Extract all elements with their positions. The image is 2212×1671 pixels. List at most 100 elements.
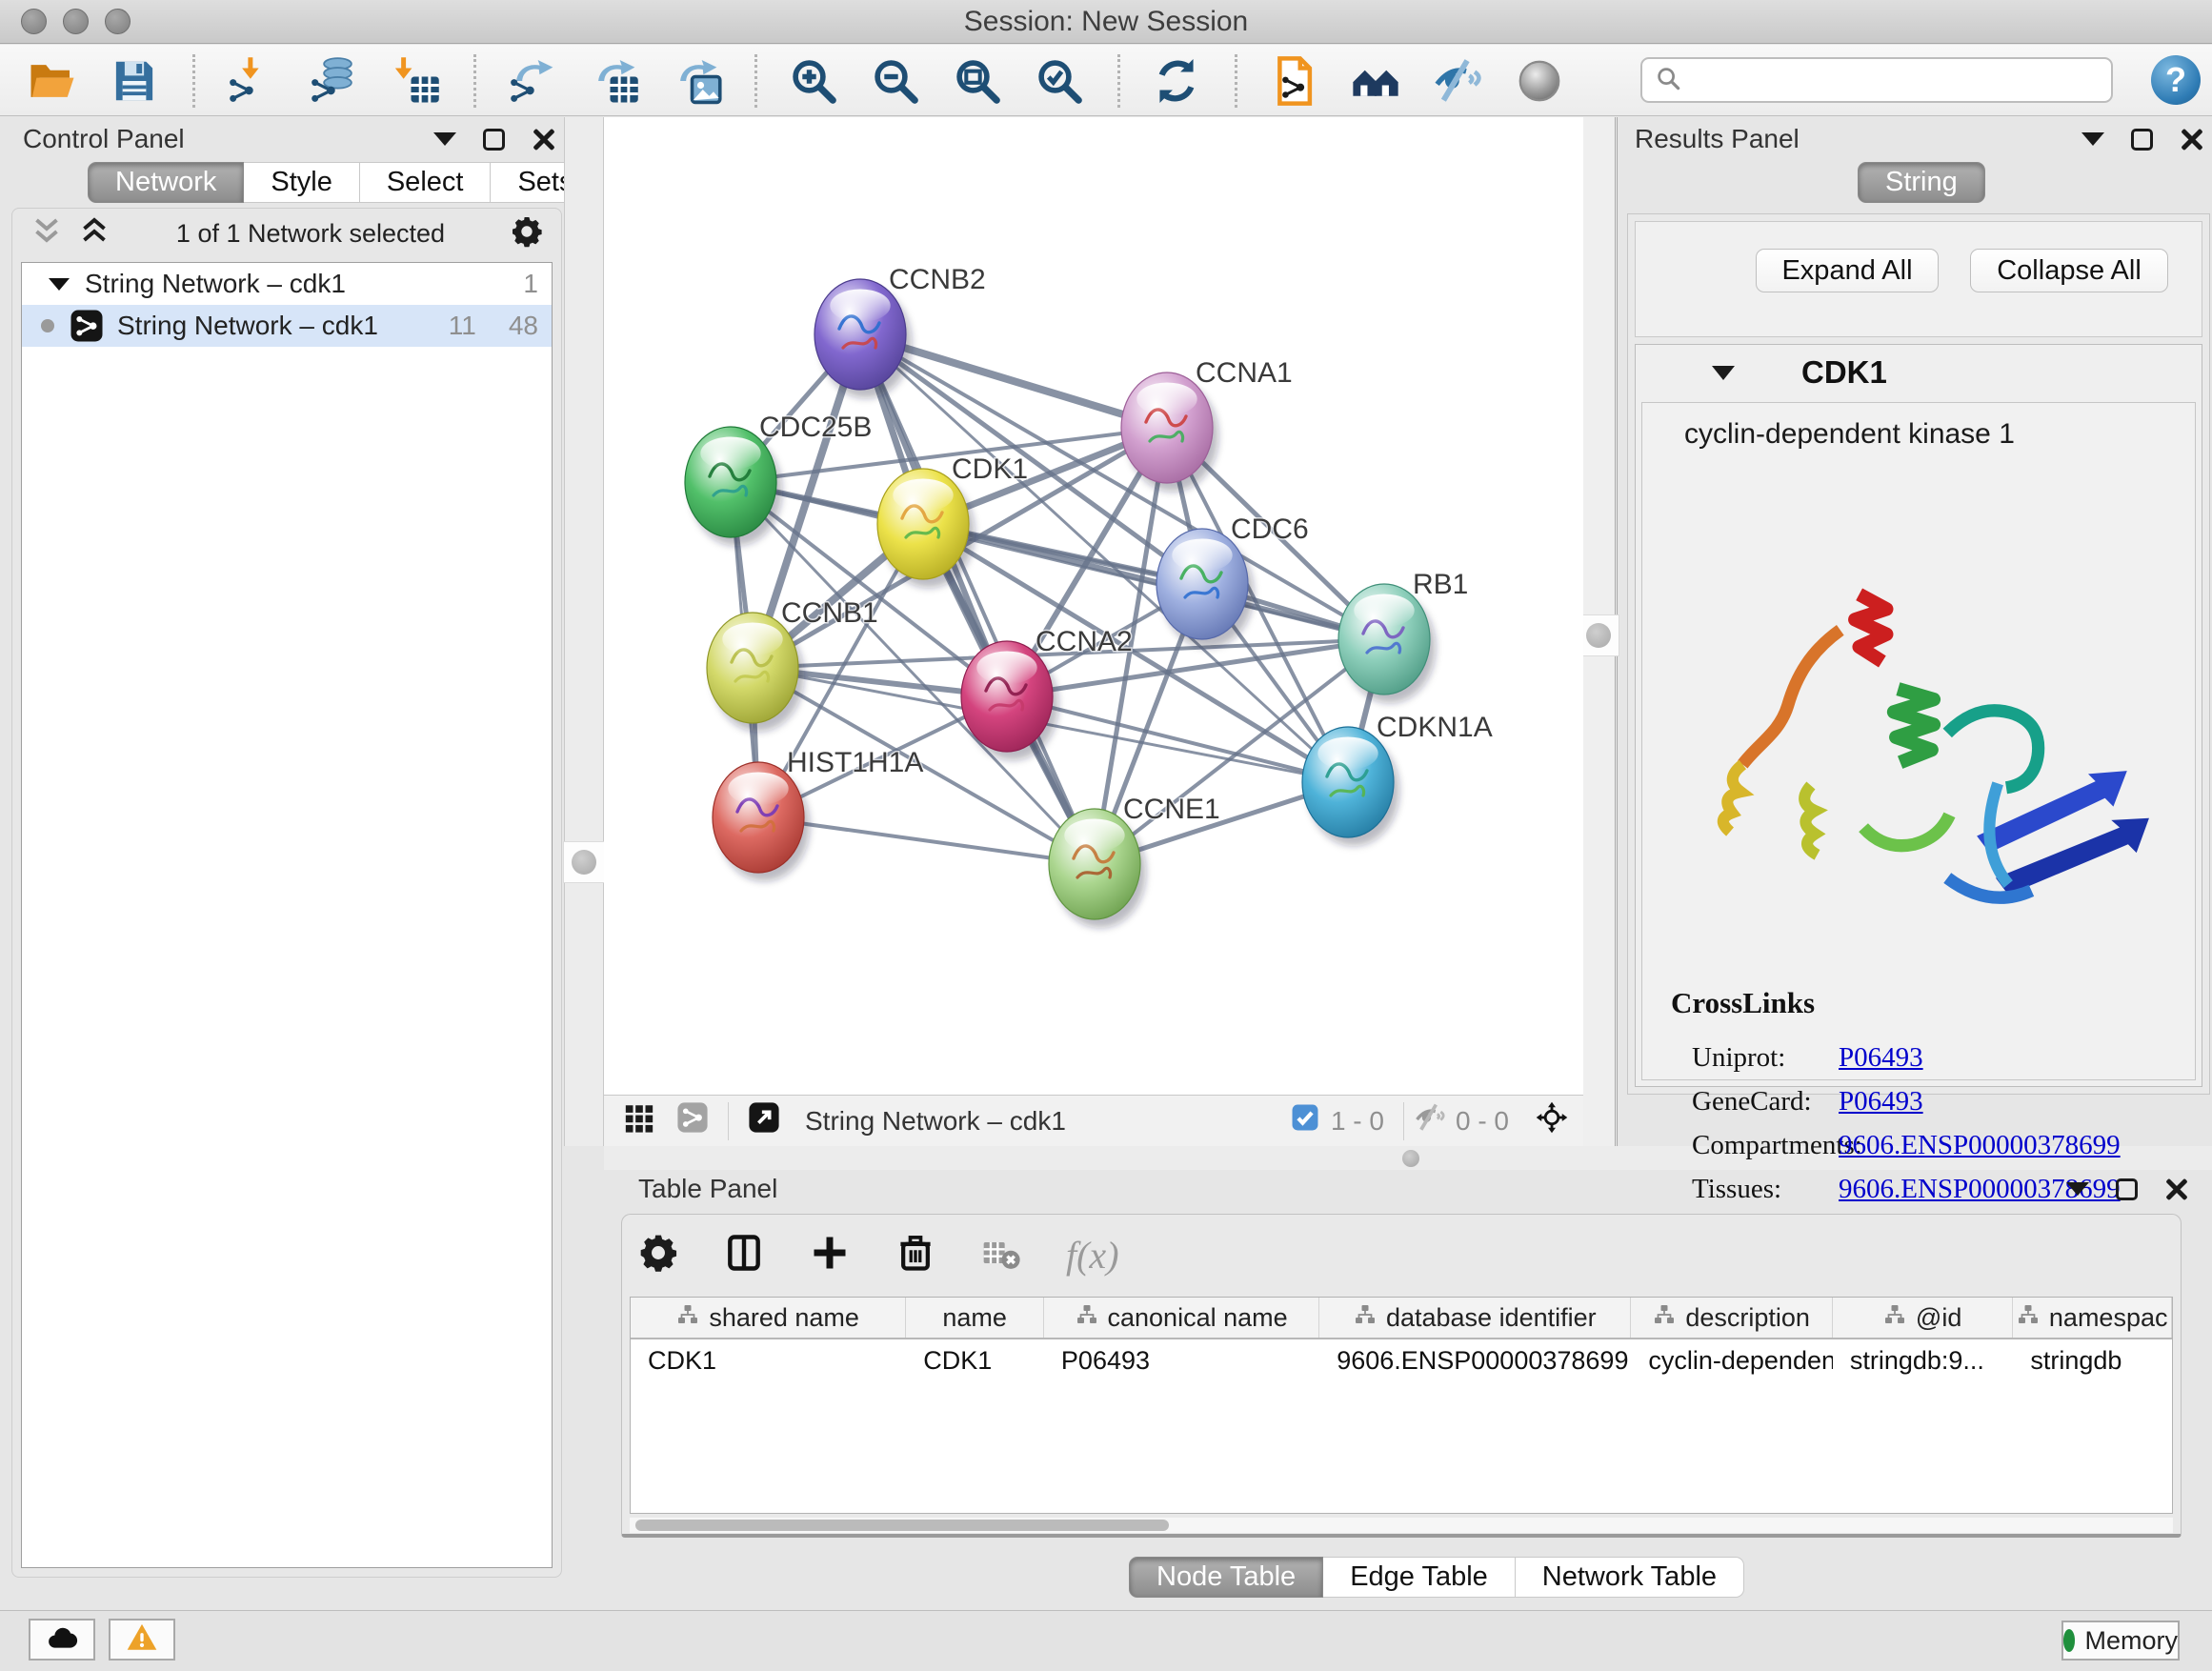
table-cell[interactable]: 9606.ENSP00000378699 (1319, 1339, 1631, 1381)
column-header-name[interactable]: name (906, 1298, 1044, 1338)
detach-view-icon[interactable] (748, 1101, 780, 1140)
export-network-button[interactable] (505, 53, 560, 109)
table-cell[interactable]: CDK1 (906, 1339, 1044, 1381)
vertical-splitter[interactable] (564, 117, 604, 1146)
export-image-button[interactable] (669, 53, 724, 109)
warnings-button[interactable] (109, 1619, 175, 1661)
right-splitter[interactable] (1583, 117, 1618, 1146)
search-input[interactable] (1690, 61, 2111, 99)
tab-select[interactable]: Select (360, 162, 492, 203)
splitter-handle[interactable] (563, 841, 605, 883)
tab-network[interactable]: Network (88, 162, 244, 203)
panel-close-icon[interactable] (532, 127, 556, 151)
column-header-id[interactable]: @id (1833, 1298, 2014, 1338)
network-row[interactable]: String Network – cdk1 11 48 (22, 305, 552, 347)
render-detail-button[interactable] (1512, 53, 1567, 109)
network-node-CCNA1[interactable]: CCNA1 (1121, 357, 1293, 492)
birdseye-toggle-icon[interactable] (1536, 1101, 1568, 1140)
table-cell[interactable]: P06493 (1044, 1339, 1319, 1381)
network-node-CDC25B[interactable]: CDC25B (685, 412, 872, 546)
entry-body: cyclin-dependent kinase 1 (1641, 402, 2196, 1080)
network-edge[interactable] (860, 334, 1095, 864)
zoom-selected-button[interactable] (1032, 53, 1087, 109)
panel-float-icon[interactable] (2131, 129, 2153, 151)
table-options-gear-icon[interactable] (637, 1232, 679, 1278)
save-session-button[interactable] (107, 53, 162, 109)
panel-close-icon[interactable] (2180, 127, 2204, 151)
crosslink-link[interactable]: P06493 (1839, 1042, 1923, 1074)
search-box (1640, 57, 2113, 103)
splitter-handle[interactable] (1402, 1150, 1419, 1167)
network-canvas[interactable]: CCNB2CCNA1CDC25BCDK1CDC6RB1CCNB1CCNA2CDK… (604, 117, 1583, 1095)
tab-style[interactable]: Style (244, 162, 359, 203)
network-view-toolbar: String Network – cdk1 1 - 0 0 - 0 (604, 1095, 1583, 1146)
table-cell[interactable]: cyclin-dependent ... (1631, 1339, 1832, 1381)
tab-edge-table[interactable]: Edge Table (1323, 1557, 1516, 1598)
network-tab-panel: 1 of 1 Network selected String Network –… (11, 208, 562, 1578)
column-header-description[interactable]: description (1631, 1298, 1832, 1338)
zoom-in-button[interactable] (786, 53, 841, 109)
table-cell[interactable]: CDK1 (631, 1339, 906, 1381)
network-edge[interactable] (923, 524, 1384, 639)
import-network-from-file-button[interactable] (224, 53, 279, 109)
help-button[interactable]: ? (2151, 55, 2201, 105)
delete-column-icon[interactable] (895, 1232, 936, 1278)
column-header-databaseidentifier[interactable]: database identifier (1319, 1298, 1631, 1338)
panel-float-icon[interactable] (2116, 1178, 2138, 1200)
tab-network-table[interactable]: Network Table (1516, 1557, 1744, 1598)
collapse-all-button[interactable]: Collapse All (1970, 249, 2168, 292)
toolbar-separator (754, 54, 757, 108)
network-options-gear-icon[interactable] (510, 214, 544, 253)
open-session-button[interactable] (25, 53, 80, 109)
network-from-public-db-button[interactable] (1266, 53, 1321, 109)
tab-string[interactable]: String (1858, 162, 1985, 203)
table-cell[interactable]: stringdb (2013, 1339, 2172, 1381)
add-column-icon[interactable] (809, 1232, 851, 1278)
crosslink-link[interactable]: P06493 (1839, 1086, 1923, 1117)
crosslink-link[interactable]: 9606.ENSP00000378699 (1839, 1130, 2121, 1161)
apply-layout-button[interactable] (1149, 53, 1204, 109)
crosslink-row: Uniprot:P06493 (1642, 1036, 2195, 1079)
network-node-RB1[interactable]: RB1 (1338, 569, 1468, 703)
table-hscrollbar[interactable] (630, 1518, 2173, 1533)
zoom-out-button[interactable] (868, 53, 923, 109)
birdseye-grid-icon[interactable] (623, 1101, 655, 1140)
table-cell[interactable]: stringdb:9... (1833, 1339, 2014, 1381)
network-overview-icon[interactable] (676, 1101, 709, 1140)
show-columns-icon[interactable] (723, 1232, 765, 1278)
column-header-sharedname[interactable]: shared name (631, 1298, 906, 1338)
tree-caret-icon[interactable] (49, 278, 70, 291)
table-row[interactable]: CDK1CDK1P064939606.ENSP00000378699cyclin… (631, 1339, 2172, 1381)
panel-menu-icon[interactable] (2081, 132, 2104, 146)
cloud-button[interactable] (29, 1619, 95, 1661)
tab-node-table[interactable]: Node Table (1129, 1557, 1323, 1598)
show-hide-graphics-button[interactable] (1430, 53, 1485, 109)
import-network-from-database-button[interactable] (306, 53, 361, 109)
network-collection-row[interactable]: String Network – cdk1 1 (22, 263, 552, 305)
network-node-CDKN1A[interactable]: CDKN1A (1302, 712, 1493, 846)
selected-nodes-icon[interactable] (1289, 1101, 1321, 1140)
collapse-all-networks-icon[interactable] (30, 214, 64, 253)
expand-all-button[interactable]: Expand All (1756, 249, 1939, 292)
string-protein-query-button[interactable] (1348, 53, 1403, 109)
panel-menu-icon[interactable] (2066, 1182, 2089, 1196)
network-node-CCNE1[interactable]: CCNE1 (1049, 794, 1220, 928)
splitter-handle[interactable] (1578, 614, 1619, 656)
entry-caret-icon[interactable] (1712, 366, 1735, 380)
import-table-from-file-button[interactable] (388, 53, 443, 109)
search-icon (1654, 64, 1682, 97)
expand-all-networks-icon[interactable] (77, 214, 111, 253)
scrollbar-thumb[interactable] (635, 1520, 1169, 1531)
panel-menu-icon[interactable] (433, 132, 456, 146)
network-node-HIST1H1A[interactable]: HIST1H1A (713, 747, 923, 881)
zoom-fit-content-button[interactable] (950, 53, 1005, 109)
hidden-elements-icon[interactable] (1414, 1101, 1446, 1140)
network-node-CCNA2[interactable]: CCNA2 (961, 626, 1133, 760)
panel-close-icon[interactable] (2164, 1177, 2189, 1201)
column-header-namespac[interactable]: namespac (2013, 1298, 2172, 1338)
column-header-canonicalname[interactable]: canonical name (1044, 1298, 1319, 1338)
network-node-CCNB2[interactable]: CCNB2 (814, 264, 986, 398)
panel-float-icon[interactable] (483, 129, 505, 151)
export-table-button[interactable] (587, 53, 642, 109)
memory-button[interactable]: Memory (2061, 1621, 2180, 1661)
